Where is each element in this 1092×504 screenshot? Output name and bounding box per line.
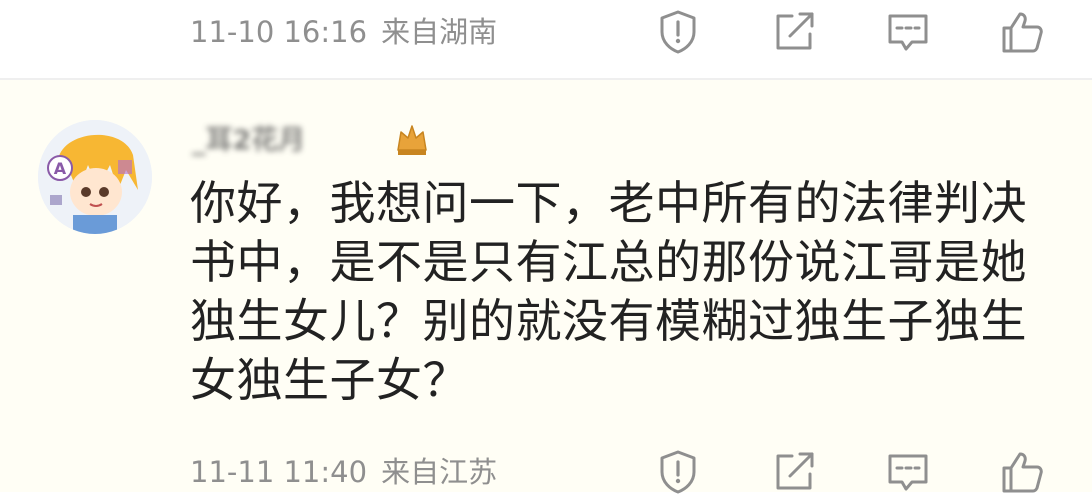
svg-text:A: A [54,159,67,178]
previous-comment-footer: 11-10 16:16 来自湖南 [0,0,1092,64]
thumbs-up-icon [1002,452,1043,493]
previous-comment-timestamp: 11-10 16:16 [190,15,368,49]
comment-footer: 11-11 11:40 来自江苏 [0,440,1092,504]
share-button[interactable] [770,8,818,56]
reply-button[interactable] [884,448,932,496]
previous-comment-location: 来自湖南 [381,15,498,49]
report-icon [660,10,696,54]
comment-text: 你好，我想问一下，老中所有的法律判决书中，是不是只有江总的那份说江哥是她独生女儿… [190,176,1027,407]
report-icon [660,450,696,494]
share-button[interactable] [770,448,818,496]
comment-location: 来自江苏 [381,455,498,489]
comment-meta: 11-11 11:40 来自江苏 [190,440,497,504]
report-button[interactable] [654,8,702,56]
like-button[interactable] [998,8,1046,56]
comment-icon [888,454,928,491]
share-icon [776,12,814,50]
member-badge-icon [392,120,432,158]
thumbs-up-icon [1002,12,1043,53]
comment-icon [888,14,928,51]
report-button[interactable] [654,448,702,496]
avatar-image: A [38,120,152,234]
like-button[interactable] [998,448,1046,496]
username[interactable]: _耳2花月 [192,124,305,158]
comment-timestamp: 11-11 11:40 [190,455,368,489]
previous-comment-meta: 11-10 16:16 来自湖南 [190,0,497,64]
avatar[interactable]: A [38,120,152,234]
share-icon [776,452,814,490]
reply-button[interactable] [884,8,932,56]
